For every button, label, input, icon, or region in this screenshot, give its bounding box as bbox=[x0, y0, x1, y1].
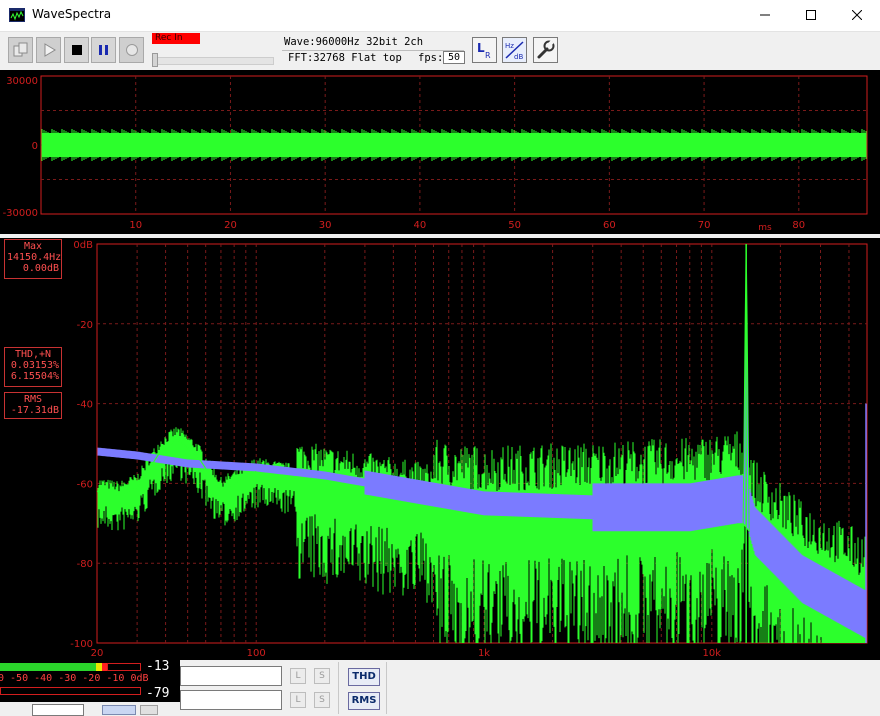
thd-value: 0.03153% bbox=[10, 360, 59, 371]
close-icon bbox=[852, 10, 862, 20]
wave-x-tick-label: 30 bbox=[319, 220, 332, 231]
open-file-icon bbox=[13, 42, 27, 57]
wave-y-tick-label: -30000 bbox=[3, 208, 38, 219]
svg-text:Hz: Hz bbox=[505, 42, 514, 50]
meter-bar-green bbox=[0, 663, 96, 671]
wave-y-tick-label: 30000 bbox=[6, 76, 38, 87]
spectrum-y-tick-label: -80 bbox=[77, 559, 93, 570]
bottom-input-field[interactable] bbox=[180, 690, 282, 710]
wave-y-tick-label: 0 bbox=[32, 141, 38, 152]
rms-info-box: RMS -17.31dB bbox=[4, 392, 62, 419]
hz-db-button[interactable]: Hz dB bbox=[502, 37, 527, 63]
pause-icon bbox=[98, 45, 108, 55]
spectrum-y-tick-label: -100 bbox=[70, 639, 93, 650]
record-button[interactable] bbox=[119, 37, 144, 63]
pause-button[interactable] bbox=[91, 37, 116, 63]
wave-x-tick-label: 60 bbox=[603, 220, 616, 231]
close-button[interactable] bbox=[834, 0, 880, 30]
aux-input-field[interactable] bbox=[32, 704, 84, 716]
wave-info-text: Wave:96000Hz 32bit 2ch bbox=[284, 36, 424, 48]
rec-level-slider-thumb[interactable] bbox=[152, 53, 158, 67]
hz-db-icon: Hz dB bbox=[505, 41, 524, 61]
spectrum-panel: 0dB -20 -40 -60 -80 -100 20 100 1k 10k Max 14150.… bbox=[0, 238, 880, 660]
svg-text:dB: dB bbox=[514, 53, 523, 61]
wave-x-tick-label: 40 bbox=[414, 220, 427, 231]
spectrum-x-tick-label: 100 bbox=[247, 648, 266, 659]
spectrum-y-tick-label: -40 bbox=[77, 400, 93, 411]
spectrum-x-tick-label: 20 bbox=[91, 648, 104, 659]
meter-bar-empty bbox=[107, 663, 141, 671]
svg-text:L: L bbox=[477, 41, 485, 55]
minimize-icon bbox=[760, 14, 770, 16]
meter-level-top: -13 bbox=[146, 659, 170, 674]
play-button[interactable] bbox=[36, 37, 61, 63]
thd-label: THD,+N bbox=[14, 349, 52, 360]
spectrum-y-tick-label: 0dB bbox=[73, 240, 93, 251]
max-info-box: Max 14150.4Hz 0.00dB bbox=[4, 239, 62, 279]
minimize-button[interactable] bbox=[742, 0, 788, 30]
wave-x-tick-label: 80 bbox=[792, 220, 805, 231]
record-icon bbox=[125, 44, 138, 56]
wave-info-field: Wave:96000Hz 32bit 2ch bbox=[282, 35, 464, 51]
fps-label: fps: bbox=[418, 52, 444, 64]
waveform-chart: 10 20 30 40 50 60 70 80 ms 30000 0 -30000 bbox=[3, 75, 868, 233]
spectrum-chart: 0dB -20 -40 -60 -80 -10020 100 1k 10k bbox=[70, 240, 868, 659]
meter-scale: 0 -50 -40 -30 -20 -10 0dB bbox=[0, 673, 149, 684]
channel-lr-button[interactable]: L R bbox=[472, 37, 497, 63]
channel-lr-icon: L R bbox=[477, 41, 491, 60]
window-title: WaveSpectra bbox=[32, 7, 112, 21]
wrench-icon bbox=[537, 40, 555, 59]
level-meter: -13 0 -50 -40 -30 -20 -10 0dB -79 bbox=[0, 659, 180, 702]
bottom-divider bbox=[338, 662, 339, 714]
meter-level-bottom: -79 bbox=[146, 686, 170, 701]
waveform-trace bbox=[41, 129, 867, 161]
rms-value: -17.31dB bbox=[10, 405, 59, 416]
maximize-icon bbox=[806, 10, 816, 20]
settings-button[interactable] bbox=[533, 37, 558, 63]
stop-icon bbox=[71, 45, 82, 55]
max-db-value: 0.00dB bbox=[22, 263, 59, 274]
stop-button[interactable] bbox=[64, 37, 89, 63]
spectrum-x-tick-label: 10k bbox=[703, 648, 722, 659]
wave-x-tick-label: 20 bbox=[224, 220, 237, 231]
bottom-divider-2 bbox=[386, 662, 387, 714]
fft-info-text: FFT:32768 Flat top bbox=[288, 52, 402, 64]
waveform-panel: 10 20 30 40 50 60 70 80 ms 30000 0 -30000 bbox=[0, 70, 880, 234]
spectrum-x-tick-label: 1k bbox=[478, 648, 490, 659]
top-input-field[interactable] bbox=[180, 666, 282, 686]
wave-x-tick-label: 10 bbox=[129, 220, 142, 231]
rec-level-slider[interactable] bbox=[153, 57, 274, 65]
svg-text:R: R bbox=[485, 51, 491, 60]
wave-x-tick-label: 50 bbox=[508, 220, 521, 231]
rms-button[interactable]: RMS bbox=[348, 692, 380, 710]
bottom-l-button[interactable]: L bbox=[290, 692, 306, 708]
top-s-button[interactable]: S bbox=[314, 668, 330, 684]
app-icon bbox=[9, 8, 25, 22]
bottom-s-button[interactable]: S bbox=[314, 692, 330, 708]
title-bar: WaveSpectra bbox=[0, 0, 880, 32]
spectrum-y-tick-label: -60 bbox=[77, 479, 93, 490]
thdn-value: 6.15504% bbox=[10, 371, 59, 382]
rec-in-label: Rec In bbox=[152, 33, 200, 44]
meter-bar-bottom-empty bbox=[0, 687, 141, 695]
wave-x-unit: ms bbox=[758, 223, 772, 233]
thd-info-box: THD,+N 0.03153% 6.15504% bbox=[4, 347, 62, 387]
maximize-button[interactable] bbox=[788, 0, 834, 30]
rms-label: RMS bbox=[23, 394, 43, 405]
fps-field[interactable]: 50 bbox=[443, 51, 465, 64]
thd-button[interactable]: THD bbox=[348, 668, 380, 686]
max-label: Max bbox=[23, 241, 43, 252]
top-l-button[interactable]: L bbox=[290, 668, 306, 684]
max-freq-value: 14150.4Hz bbox=[7, 252, 62, 263]
open-file-button[interactable] bbox=[8, 37, 33, 63]
play-icon bbox=[44, 43, 56, 57]
spectrum-y-tick-label: -20 bbox=[77, 320, 93, 331]
wave-x-tick-label: 70 bbox=[698, 220, 711, 231]
